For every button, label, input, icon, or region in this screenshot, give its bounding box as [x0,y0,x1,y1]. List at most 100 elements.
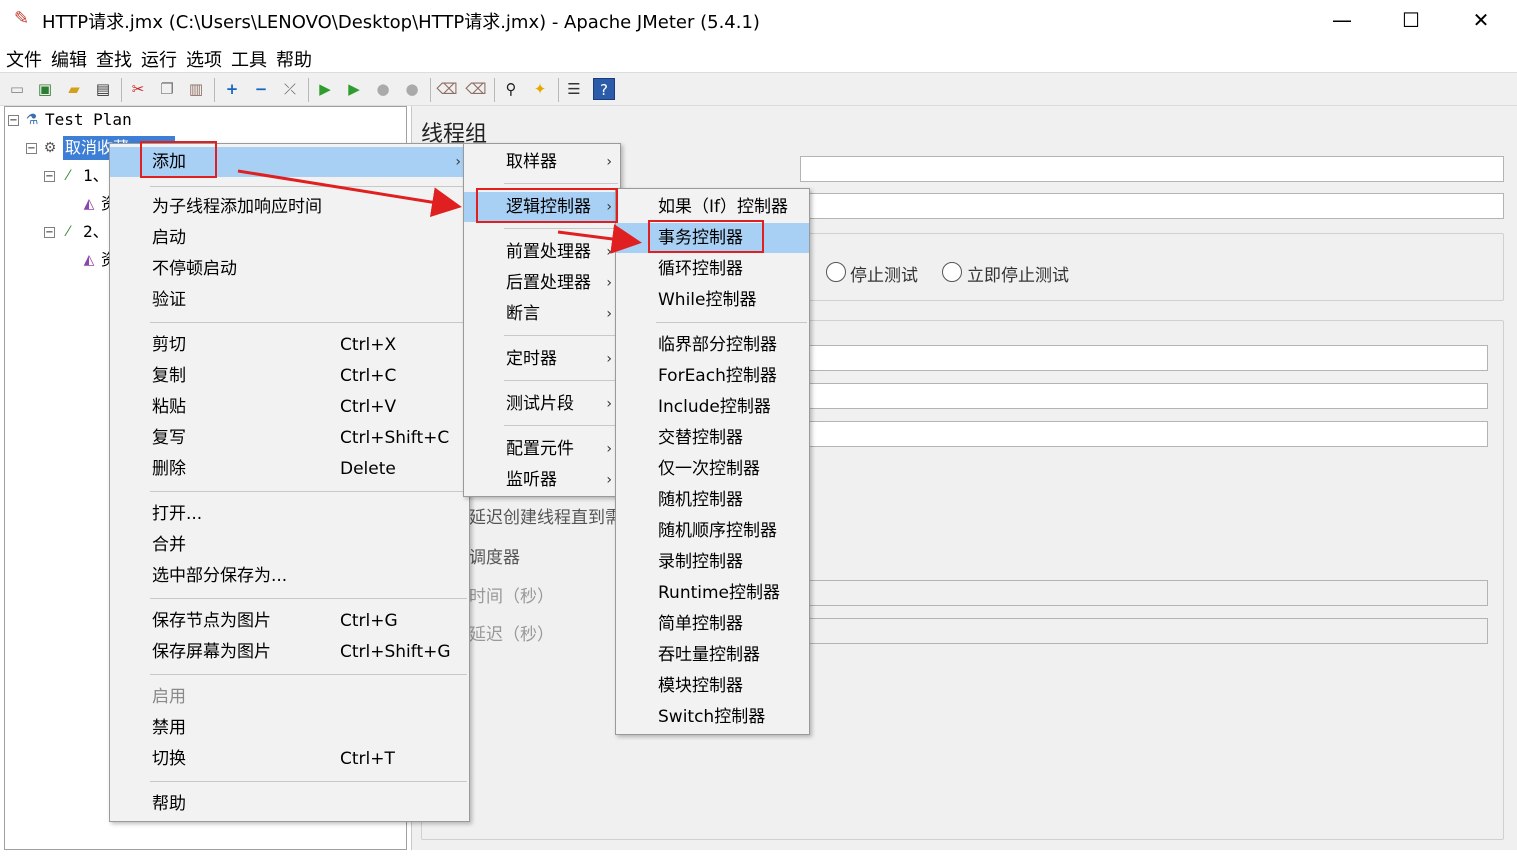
function-helper-icon[interactable]: ☰ [563,78,585,100]
menu-delete[interactable]: 删除 Delete [110,454,469,484]
menu-edit[interactable]: 编辑 [51,46,87,72]
menu-timer[interactable]: 定时器 › [464,344,620,374]
menu-critical-section-controller[interactable]: 临界部分控制器 [616,330,809,360]
menu-random-controller[interactable]: 随机控制器 [616,485,809,515]
menu-copy[interactable]: 复制 Ctrl+C [110,361,469,391]
menu-cut[interactable]: 剪切 Ctrl+X [110,330,469,360]
start-no-pause-icon[interactable]: ▶ [343,78,365,100]
collapse-icon[interactable]: − [250,78,272,100]
ramp-up-field[interactable] [800,383,1488,409]
menu-test-fragment[interactable]: 测试片段 › [464,389,620,419]
radio-stop-now[interactable] [942,262,962,282]
menu-config-element[interactable]: 配置元件 › [464,434,620,464]
close-button[interactable]: ✕ [1446,0,1516,40]
maximize-button[interactable]: ☐ [1376,0,1446,40]
name-field[interactable] [800,156,1504,182]
expand-icon[interactable]: + [221,78,243,100]
startup-delay-field[interactable] [800,618,1488,644]
menu-run[interactable]: 运行 [141,46,177,72]
menu-open[interactable]: 打开... [110,499,469,529]
collapse-toggle[interactable]: − [26,143,37,154]
logic-controller-submenu: 如果（If）控制器 事务控制器 循环控制器 While控制器 临界部分控制器 F… [615,188,810,735]
radio-stop-test[interactable] [826,262,846,282]
menu-loop-controller[interactable]: 循环控制器 [616,254,809,284]
jmeter-feather-icon: ✎ [14,8,30,29]
clear-all-icon[interactable]: ⌫ [465,78,487,100]
tree-node-test-plan[interactable]: Test Plan [45,108,132,132]
menu-recording-controller[interactable]: 录制控制器 [616,547,809,577]
chevron-right-icon: › [606,199,612,215]
startup-delay-label: 延迟（秒） [469,625,554,645]
menu-add[interactable]: 添加 › [110,147,469,177]
menu-duplicate[interactable]: 复写 Ctrl+Shift+C [110,423,469,453]
chevron-right-icon: › [455,154,461,170]
menu-paste[interactable]: 粘贴 Ctrl+V [110,392,469,422]
shutdown-icon[interactable]: ● [401,78,423,100]
minimize-button[interactable]: — [1307,0,1377,40]
collapse-toggle[interactable]: − [44,227,55,238]
help-icon[interactable]: ? [593,78,615,100]
tree-node-child-2[interactable]: 2、 [83,220,109,244]
menu-runtime-controller[interactable]: Runtime控制器 [616,578,809,608]
menu-start[interactable]: 启动 [110,223,469,253]
reset-search-icon[interactable]: ✦ [529,78,551,100]
clear-icon[interactable]: ⌫ [436,78,458,100]
menu-switch-controller[interactable]: Switch控制器 [616,702,809,732]
save-icon[interactable]: ▤ [92,78,114,100]
menu-merge[interactable]: 合并 [110,530,469,560]
menu-random-order-controller[interactable]: 随机顺序控制器 [616,516,809,546]
chevron-right-icon: › [606,472,612,488]
tree-node-child-1[interactable]: 1、 [83,164,109,188]
collapse-toggle[interactable]: − [8,115,19,126]
toggle-icon[interactable]: ⤫ [279,78,301,100]
cut-icon[interactable]: ✂ [127,78,149,100]
listener-icon: ◭ [83,252,95,268]
menu-module-controller[interactable]: 模块控制器 [616,671,809,701]
comment-field[interactable] [800,193,1504,219]
menu-assertion[interactable]: 断言 › [464,299,620,329]
templates-icon[interactable]: ▣ [34,78,56,100]
stop-icon[interactable]: ● [372,78,394,100]
menu-search[interactable]: 查找 [96,46,132,72]
menu-start-no-pause[interactable]: 不停顿启动 [110,254,469,284]
menu-transaction-controller[interactable]: 事务控制器 [616,223,809,253]
sampler-icon: ⁄ [66,168,70,184]
menu-while-controller[interactable]: While控制器 [616,285,809,315]
menu-tools[interactable]: 工具 [231,46,267,72]
menu-interleave-controller[interactable]: 交替控制器 [616,423,809,453]
menu-disable[interactable]: 禁用 [110,713,469,743]
menu-validate[interactable]: 验证 [110,285,469,315]
menu-pre-processor[interactable]: 前置处理器 › [464,237,620,267]
new-icon[interactable]: ▭ [6,78,28,100]
open-icon[interactable]: ▰ [63,78,85,100]
menu-options[interactable]: 选项 [186,46,222,72]
menu-simple-controller[interactable]: 简单控制器 [616,609,809,639]
menu-once-only-controller[interactable]: 仅一次控制器 [616,454,809,484]
loop-count-field[interactable] [800,421,1488,447]
menu-save-selection[interactable]: 选中部分保存为... [110,561,469,591]
paste-icon[interactable]: ▥ [185,78,207,100]
menu-file[interactable]: 文件 [6,46,42,72]
menu-help[interactable]: 帮助 [110,789,469,819]
toolbar: ▭ ▣ ▰ ▤ ✂ ❐ ▥ + − ⤫ ▶ ▶ ● ● ⌫ ⌫ ⚲ ✦ ☰ ? [0,72,1517,106]
menu-foreach-controller[interactable]: ForEach控制器 [616,361,809,391]
menu-logic-controller[interactable]: 逻辑控制器 › [464,192,620,222]
menu-toggle[interactable]: 切换 Ctrl+T [110,744,469,774]
duration-field[interactable] [800,580,1488,606]
search-icon[interactable]: ⚲ [500,78,522,100]
threads-field[interactable] [800,345,1488,371]
listener-icon: ◭ [83,196,95,212]
menu-post-processor[interactable]: 后置处理器 › [464,268,620,298]
copy-icon[interactable]: ❐ [156,78,178,100]
collapse-toggle[interactable]: − [44,171,55,182]
menu-help[interactable]: 帮助 [276,46,312,72]
menu-listener[interactable]: 监听器 › [464,465,620,495]
menu-save-screen-image[interactable]: 保存屏幕为图片 Ctrl+Shift+G [110,637,469,667]
menu-add-response-time[interactable]: 为子线程添加响应时间 [110,192,469,222]
menu-save-node-image[interactable]: 保存节点为图片 Ctrl+G [110,606,469,636]
menu-throughput-controller[interactable]: 吞吐量控制器 [616,640,809,670]
start-icon[interactable]: ▶ [314,78,336,100]
menu-include-controller[interactable]: Include控制器 [616,392,809,422]
menu-sampler[interactable]: 取样器 › [464,147,620,177]
menu-if-controller[interactable]: 如果（If）控制器 [616,192,809,222]
